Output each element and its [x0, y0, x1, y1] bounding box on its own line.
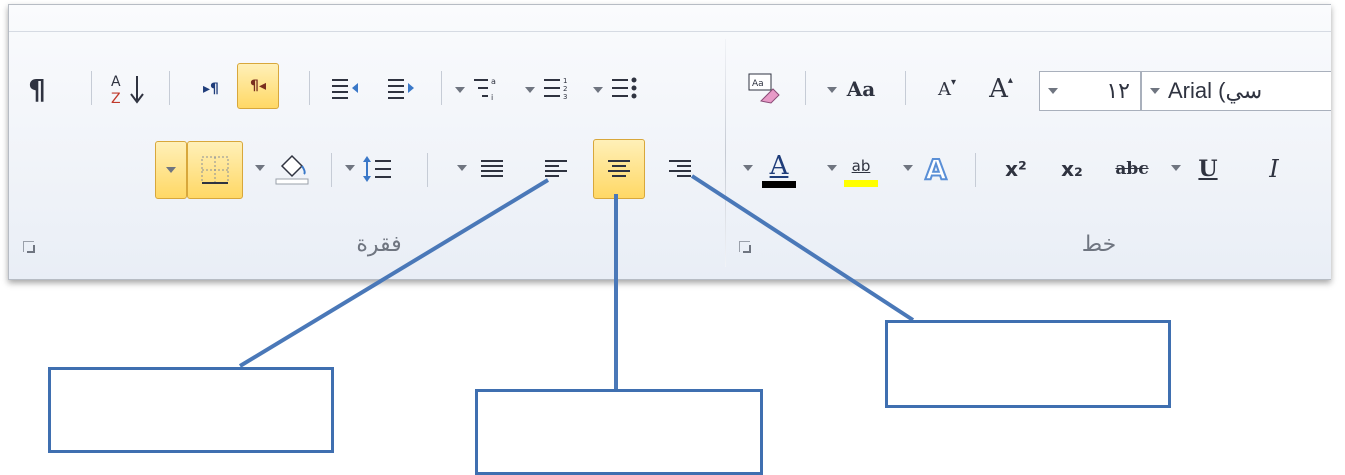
connector-align-right [690, 174, 915, 322]
callout-box-right [885, 320, 1171, 408]
callout-box-center [475, 389, 763, 475]
connector-align-left [238, 178, 550, 368]
callout-box-left [48, 367, 334, 453]
